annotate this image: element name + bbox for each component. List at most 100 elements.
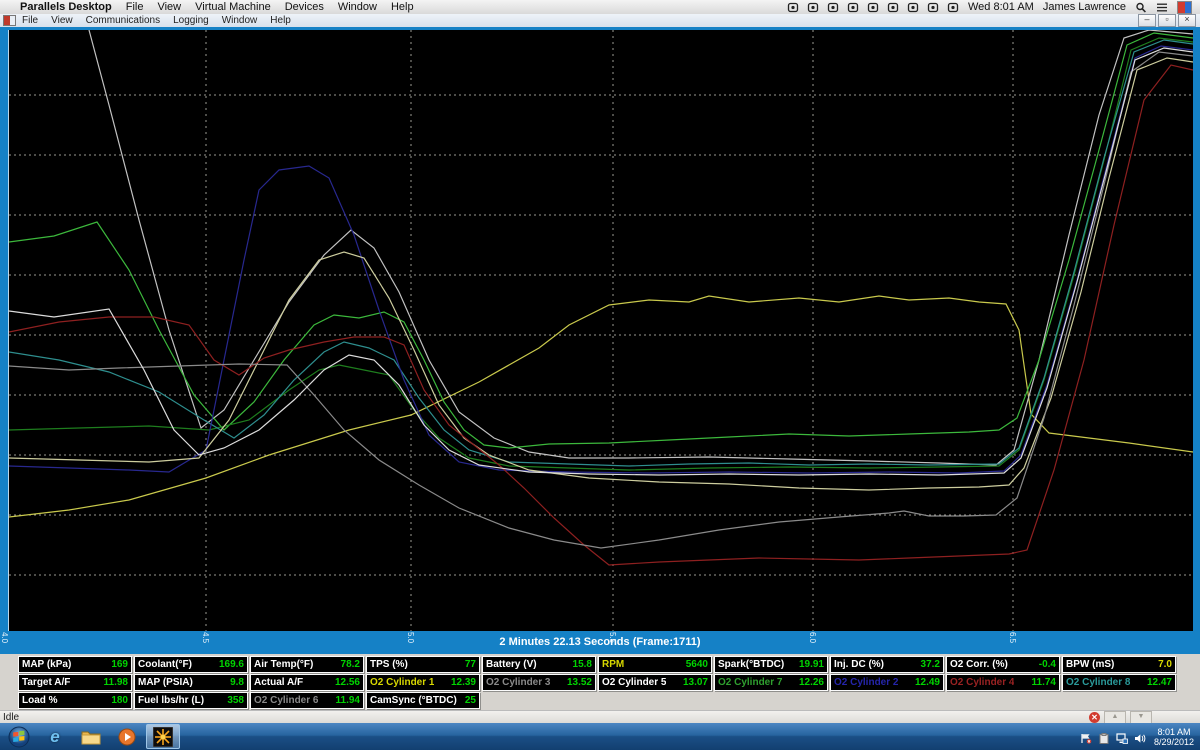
- win-app-icon[interactable]: [3, 15, 16, 26]
- close-button[interactable]: ×: [1178, 14, 1196, 27]
- readout-label: CamSync (°BTDC): [370, 695, 457, 706]
- taskbar-clock[interactable]: 8:01 AM 8/29/2012: [1154, 727, 1200, 747]
- readout-label: O2 Corr. (%): [950, 659, 1008, 670]
- win-menu-file[interactable]: File: [22, 15, 38, 26]
- start-button[interactable]: [2, 724, 36, 749]
- parallels-status-icon[interactable]: [827, 2, 839, 13]
- win-menu-communications[interactable]: Communications: [86, 15, 160, 26]
- readout-label: O2 Cylinder 3: [486, 677, 550, 688]
- mac-menu-window[interactable]: Window: [338, 1, 377, 13]
- readout-value: 12.49: [915, 677, 940, 688]
- readout-value: 169.6: [219, 659, 244, 670]
- readout-label: RPM: [602, 659, 624, 670]
- mac-menu-file[interactable]: File: [126, 1, 144, 13]
- readout-cell-battery-v-: Battery (V) 15.8: [482, 656, 596, 673]
- input-source-icon[interactable]: [887, 2, 899, 13]
- trace-target-pale: [9, 58, 1193, 490]
- readout-cell-map-kpa-: MAP (kPa)169: [18, 656, 132, 673]
- mac-app-menu[interactable]: Parallels Desktop: [20, 1, 112, 13]
- volume-icon[interactable]: [927, 2, 939, 13]
- explorer-folder-icon[interactable]: [74, 724, 108, 749]
- restore-button[interactable]: ▫: [1158, 14, 1176, 27]
- readout-cell-rpm: RPM 5640: [598, 656, 712, 673]
- spotlight-icon[interactable]: [1135, 2, 1147, 13]
- datalog-chart[interactable]: [8, 30, 1193, 631]
- readout-cell-actual-a-f: Actual A/F12.56: [250, 674, 364, 691]
- readout-cell-coolant-f-: Coolant(°F) 169.6: [134, 656, 248, 673]
- readout-label: Coolant(°F): [138, 659, 192, 670]
- readout-value: 169: [111, 659, 128, 670]
- readout-value: 15.8: [573, 659, 592, 670]
- mac-clock[interactable]: Wed 8:01 AM: [968, 1, 1034, 13]
- readout-value: 5640: [686, 659, 708, 670]
- battery-icon[interactable]: [947, 2, 959, 13]
- wifi-icon[interactable]: [907, 2, 919, 13]
- taskbar-date: 8/29/2012: [1154, 737, 1194, 747]
- taskbar-time: 8:01 AM: [1154, 727, 1194, 737]
- efi-app-icon[interactable]: [146, 724, 180, 749]
- clipboard-icon[interactable]: [1098, 731, 1110, 742]
- readout-value: 13.07: [683, 677, 708, 688]
- readout-cell-o2-corr-: O2 Corr. (%)-0.4: [946, 656, 1060, 673]
- readout-cell-spark-btdc-: Spark(°BTDC) 19.91: [714, 656, 828, 673]
- notification-center-icon[interactable]: [1156, 2, 1168, 13]
- readout-value: 19.91: [799, 659, 824, 670]
- win-menu-logging[interactable]: Logging: [173, 15, 209, 26]
- readout-cell-target-a-f: Target A/F11.98: [18, 674, 132, 691]
- minimize-button[interactable]: –: [1138, 14, 1156, 27]
- system-tray: [1080, 731, 1154, 742]
- win-menubar: FileViewCommunicationsLoggingWindowHelp …: [0, 14, 1200, 28]
- readout-cell-o2-cylinder-7: O2 Cylinder 712.26: [714, 674, 828, 691]
- airplay-icon[interactable]: [847, 2, 859, 13]
- readout-label: Inj. DC (%): [834, 659, 884, 670]
- readout-cell-load-: Load %180: [18, 692, 132, 709]
- win-window-controls: –▫×: [1138, 14, 1200, 27]
- readout-label: Spark(°BTDC): [718, 659, 784, 670]
- x-tick-label: 5.0: [406, 632, 414, 643]
- win-menu-window[interactable]: Window: [222, 15, 258, 26]
- screen: Parallels Desktop File View Virtual Machin…: [0, 0, 1200, 750]
- mac-menus: File View Virtual Machine Devices Window Help: [126, 1, 428, 13]
- readout-cell-o2-cylinder-5: O2 Cylinder 5 13.07: [598, 674, 712, 691]
- data-readout-panel: MAP (kPa)169 Coolant(°F) 169.6 Air Temp(°F)…: [0, 654, 1200, 710]
- readout-value: 12.56: [335, 677, 360, 688]
- parallels-badge-icon[interactable]: [1177, 1, 1192, 14]
- evernote-icon[interactable]: [807, 2, 819, 13]
- win-menu-view[interactable]: View: [51, 15, 73, 26]
- action-center-flag-icon[interactable]: [1080, 731, 1092, 742]
- readout-label: Battery (V): [486, 659, 537, 670]
- media-player-icon[interactable]: [110, 724, 144, 749]
- readout-row: Target A/F11.98MAP (PSIA)9.8Actual A/F12…: [18, 674, 1176, 689]
- chart-canvas[interactable]: [9, 30, 1193, 631]
- readout-label: O2 Cylinder 5: [602, 677, 666, 688]
- sync-icon[interactable]: [787, 2, 799, 13]
- internet-explorer-icon[interactable]: e: [38, 724, 72, 749]
- x-tick-label: 4.5: [201, 632, 209, 643]
- trace-o2c8-teal: [9, 40, 1193, 466]
- readout-cell-o2-cylinder-1: O2 Cylinder 112.39: [366, 674, 480, 691]
- readout-cell-inj-dc-: Inj. DC (%)37.2: [830, 656, 944, 673]
- trace-o2c7-darkgreen: [9, 38, 1193, 470]
- readout-label: Fuel lbs/hr (L): [138, 695, 204, 706]
- volume-icon[interactable]: [1134, 731, 1146, 742]
- error-close-icon[interactable]: ✕: [1089, 712, 1100, 723]
- x-tick-label: 5.5: [608, 632, 616, 643]
- network-icon[interactable]: [1116, 731, 1128, 742]
- readout-label: O2 Cylinder 2: [834, 677, 898, 688]
- mac-menu-help[interactable]: Help: [391, 1, 414, 13]
- win-menu-help[interactable]: Help: [270, 15, 291, 26]
- readout-value: 77: [465, 659, 476, 670]
- readout-label: Air Temp(°F): [254, 659, 313, 670]
- mac-menu-devices[interactable]: Devices: [285, 1, 324, 13]
- trace-bpw-yellow: [9, 296, 1193, 517]
- time-frame-readout: 2 Minutes 22.13 Seconds (Frame:1711): [0, 636, 1200, 648]
- mac-menu-virtual-machine[interactable]: Virtual Machine: [195, 1, 271, 13]
- readout-value: 9.8: [230, 677, 244, 688]
- vm-window-frame: 2 Minutes 22.13 Seconds (Frame:1711) 4.0…: [0, 27, 1200, 654]
- readout-value: 11.98: [104, 677, 128, 688]
- time-machine-icon[interactable]: [867, 2, 879, 13]
- mac-user-menu[interactable]: James Lawrence: [1043, 1, 1126, 13]
- readout-label: O2 Cylinder 4: [950, 677, 1014, 688]
- readout-cell-fuel-lbs-hr-l-: Fuel lbs/hr (L)358: [134, 692, 248, 709]
- mac-menu-view[interactable]: View: [157, 1, 181, 13]
